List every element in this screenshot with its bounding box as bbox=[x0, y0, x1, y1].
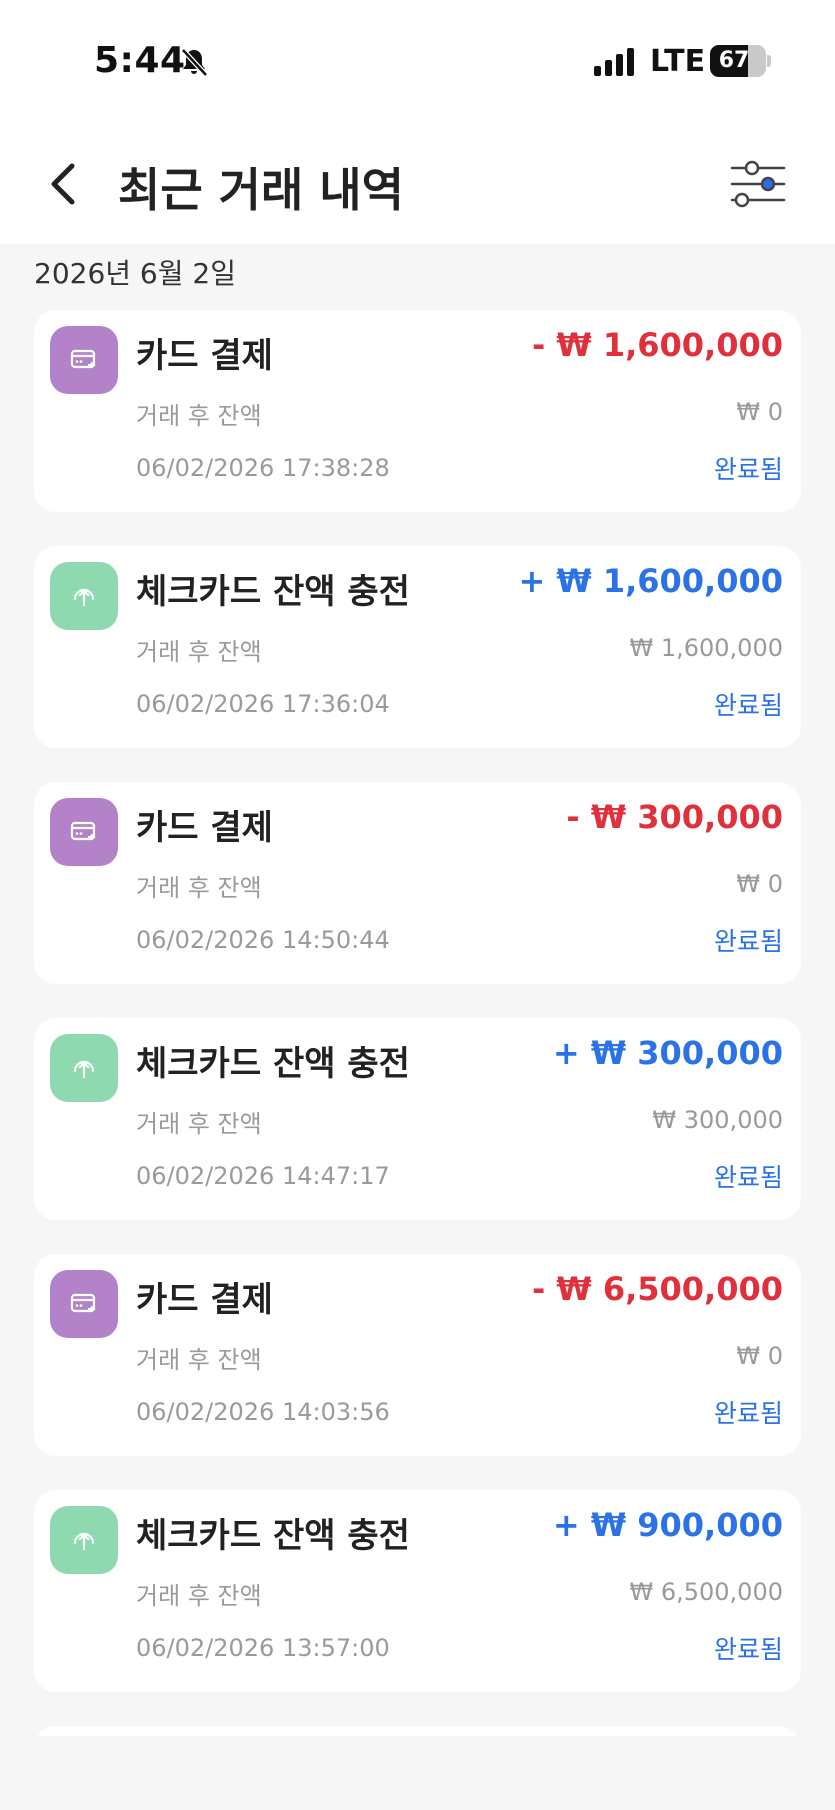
transaction-card[interactable]: 체크카드 잔액 충전 + ₩ 900,000 거래 후 잔액 ₩ 6,500,0… bbox=[34, 1490, 801, 1692]
balance-value: ₩ 0 bbox=[736, 398, 783, 426]
transaction-amount: - ₩ 1,600,000 bbox=[531, 326, 783, 364]
status-time: 5:44 bbox=[94, 40, 186, 81]
card-payment-icon bbox=[70, 1293, 96, 1313]
balance-label: 거래 후 잔액 bbox=[136, 1346, 262, 1374]
transaction-datetime: 06/02/2026 17:38:28 bbox=[136, 454, 390, 482]
transaction-datetime: 06/02/2026 13:57:00 bbox=[136, 1634, 390, 1662]
transaction-title: 체크카드 잔액 충전 bbox=[136, 572, 410, 612]
network-label: LTE bbox=[650, 44, 706, 79]
transaction-card[interactable]: 체크카드 잔액 충전 + ₩ 1,600,000 거래 후 잔액 ₩ 1,600… bbox=[34, 546, 801, 748]
transaction-title: 체크카드 잔액 충전 bbox=[136, 1516, 410, 1556]
status-bar: 5:44 LTE 67 bbox=[0, 0, 835, 120]
transaction-title: 카드 결제 bbox=[136, 336, 273, 376]
transaction-card[interactable]: 카드 결제 - ₩ 1,600,000 거래 후 잔액 ₩ 0 06/02/20… bbox=[34, 310, 801, 512]
card-payment-icon-badge bbox=[50, 1270, 118, 1338]
balance-label: 거래 후 잔액 bbox=[136, 638, 262, 666]
transaction-title: 카드 결제 bbox=[136, 1280, 273, 1320]
card-payment-icon-badge bbox=[50, 326, 118, 394]
balance-value: ₩ 300,000 bbox=[652, 1106, 783, 1134]
balance-value: ₩ 0 bbox=[736, 1342, 783, 1370]
charge-arrow-up-icon bbox=[73, 1532, 95, 1551]
transaction-amount: + ₩ 900,000 bbox=[552, 1506, 783, 1544]
date-heading: 2026년 6월 2일 bbox=[34, 257, 236, 290]
transaction-title: 체크카드 잔액 충전 bbox=[136, 1044, 410, 1084]
card-payment-icon bbox=[70, 821, 96, 841]
back-chevron-icon[interactable] bbox=[40, 158, 88, 210]
status-label: 완료됨 bbox=[713, 927, 783, 956]
balance-value: ₩ 6,500,000 bbox=[629, 1578, 783, 1606]
charge-arrow-up-icon bbox=[73, 588, 95, 607]
balance-label: 거래 후 잔액 bbox=[136, 402, 262, 430]
transaction-datetime: 06/02/2026 14:47:17 bbox=[136, 1162, 390, 1190]
balance-label: 거래 후 잔액 bbox=[136, 1110, 262, 1138]
transaction-card[interactable]: 카드 결제 - ₩ 300,000 거래 후 잔액 ₩ 0 06/02/2026… bbox=[34, 782, 801, 984]
card-payment-icon bbox=[70, 349, 96, 369]
status-label: 완료됨 bbox=[713, 1163, 783, 1192]
card-payment-icon-badge bbox=[50, 798, 118, 866]
transaction-amount: - ₩ 300,000 bbox=[566, 798, 783, 836]
balance-label: 거래 후 잔액 bbox=[136, 1582, 262, 1610]
transaction-card[interactable]: 카드 결제 - ₩ 6,500,000 거래 후 잔액 ₩ 0 06/02/20… bbox=[34, 1254, 801, 1456]
app-header: 최근 거래 내역 bbox=[0, 120, 835, 244]
battery-level: 67 bbox=[718, 48, 750, 73]
status-label: 완료됨 bbox=[713, 455, 783, 484]
balance-label: 거래 후 잔액 bbox=[136, 874, 262, 902]
status-label: 완료됨 bbox=[713, 691, 783, 720]
filter-sliders-icon[interactable] bbox=[730, 158, 786, 210]
status-label: 완료됨 bbox=[713, 1399, 783, 1428]
transaction-datetime: 06/02/2026 14:03:56 bbox=[136, 1398, 390, 1426]
charge-icon-badge bbox=[50, 1506, 118, 1574]
transaction-amount: + ₩ 1,600,000 bbox=[518, 562, 783, 600]
transaction-title: 카드 결제 bbox=[136, 808, 273, 848]
transaction-card[interactable]: 체크카드 잔액 충전 + ₩ 300,000 거래 후 잔액 ₩ 300,000… bbox=[34, 1018, 801, 1220]
page-title: 최근 거래 내역 bbox=[118, 163, 404, 217]
battery-icon: 67 bbox=[710, 45, 772, 77]
transaction-list: 카드 결제 - ₩ 1,600,000 거래 후 잔액 ₩ 0 06/02/20… bbox=[34, 310, 801, 1726]
signal-icon bbox=[594, 48, 634, 76]
transaction-amount: + ₩ 300,000 bbox=[552, 1034, 783, 1072]
transaction-amount: - ₩ 6,500,000 bbox=[531, 1270, 783, 1308]
bell-slash-icon bbox=[181, 48, 208, 77]
status-label: 완료됨 bbox=[713, 1635, 783, 1664]
charge-icon-badge bbox=[50, 1034, 118, 1102]
balance-value: ₩ 1,600,000 bbox=[629, 634, 783, 662]
transaction-datetime: 06/02/2026 14:50:44 bbox=[136, 926, 390, 954]
bottom-spacer bbox=[0, 1736, 835, 1810]
charge-arrow-up-icon bbox=[73, 1060, 95, 1079]
balance-value: ₩ 0 bbox=[736, 870, 783, 898]
transaction-datetime: 06/02/2026 17:36:04 bbox=[136, 690, 390, 718]
charge-icon-badge bbox=[50, 562, 118, 630]
